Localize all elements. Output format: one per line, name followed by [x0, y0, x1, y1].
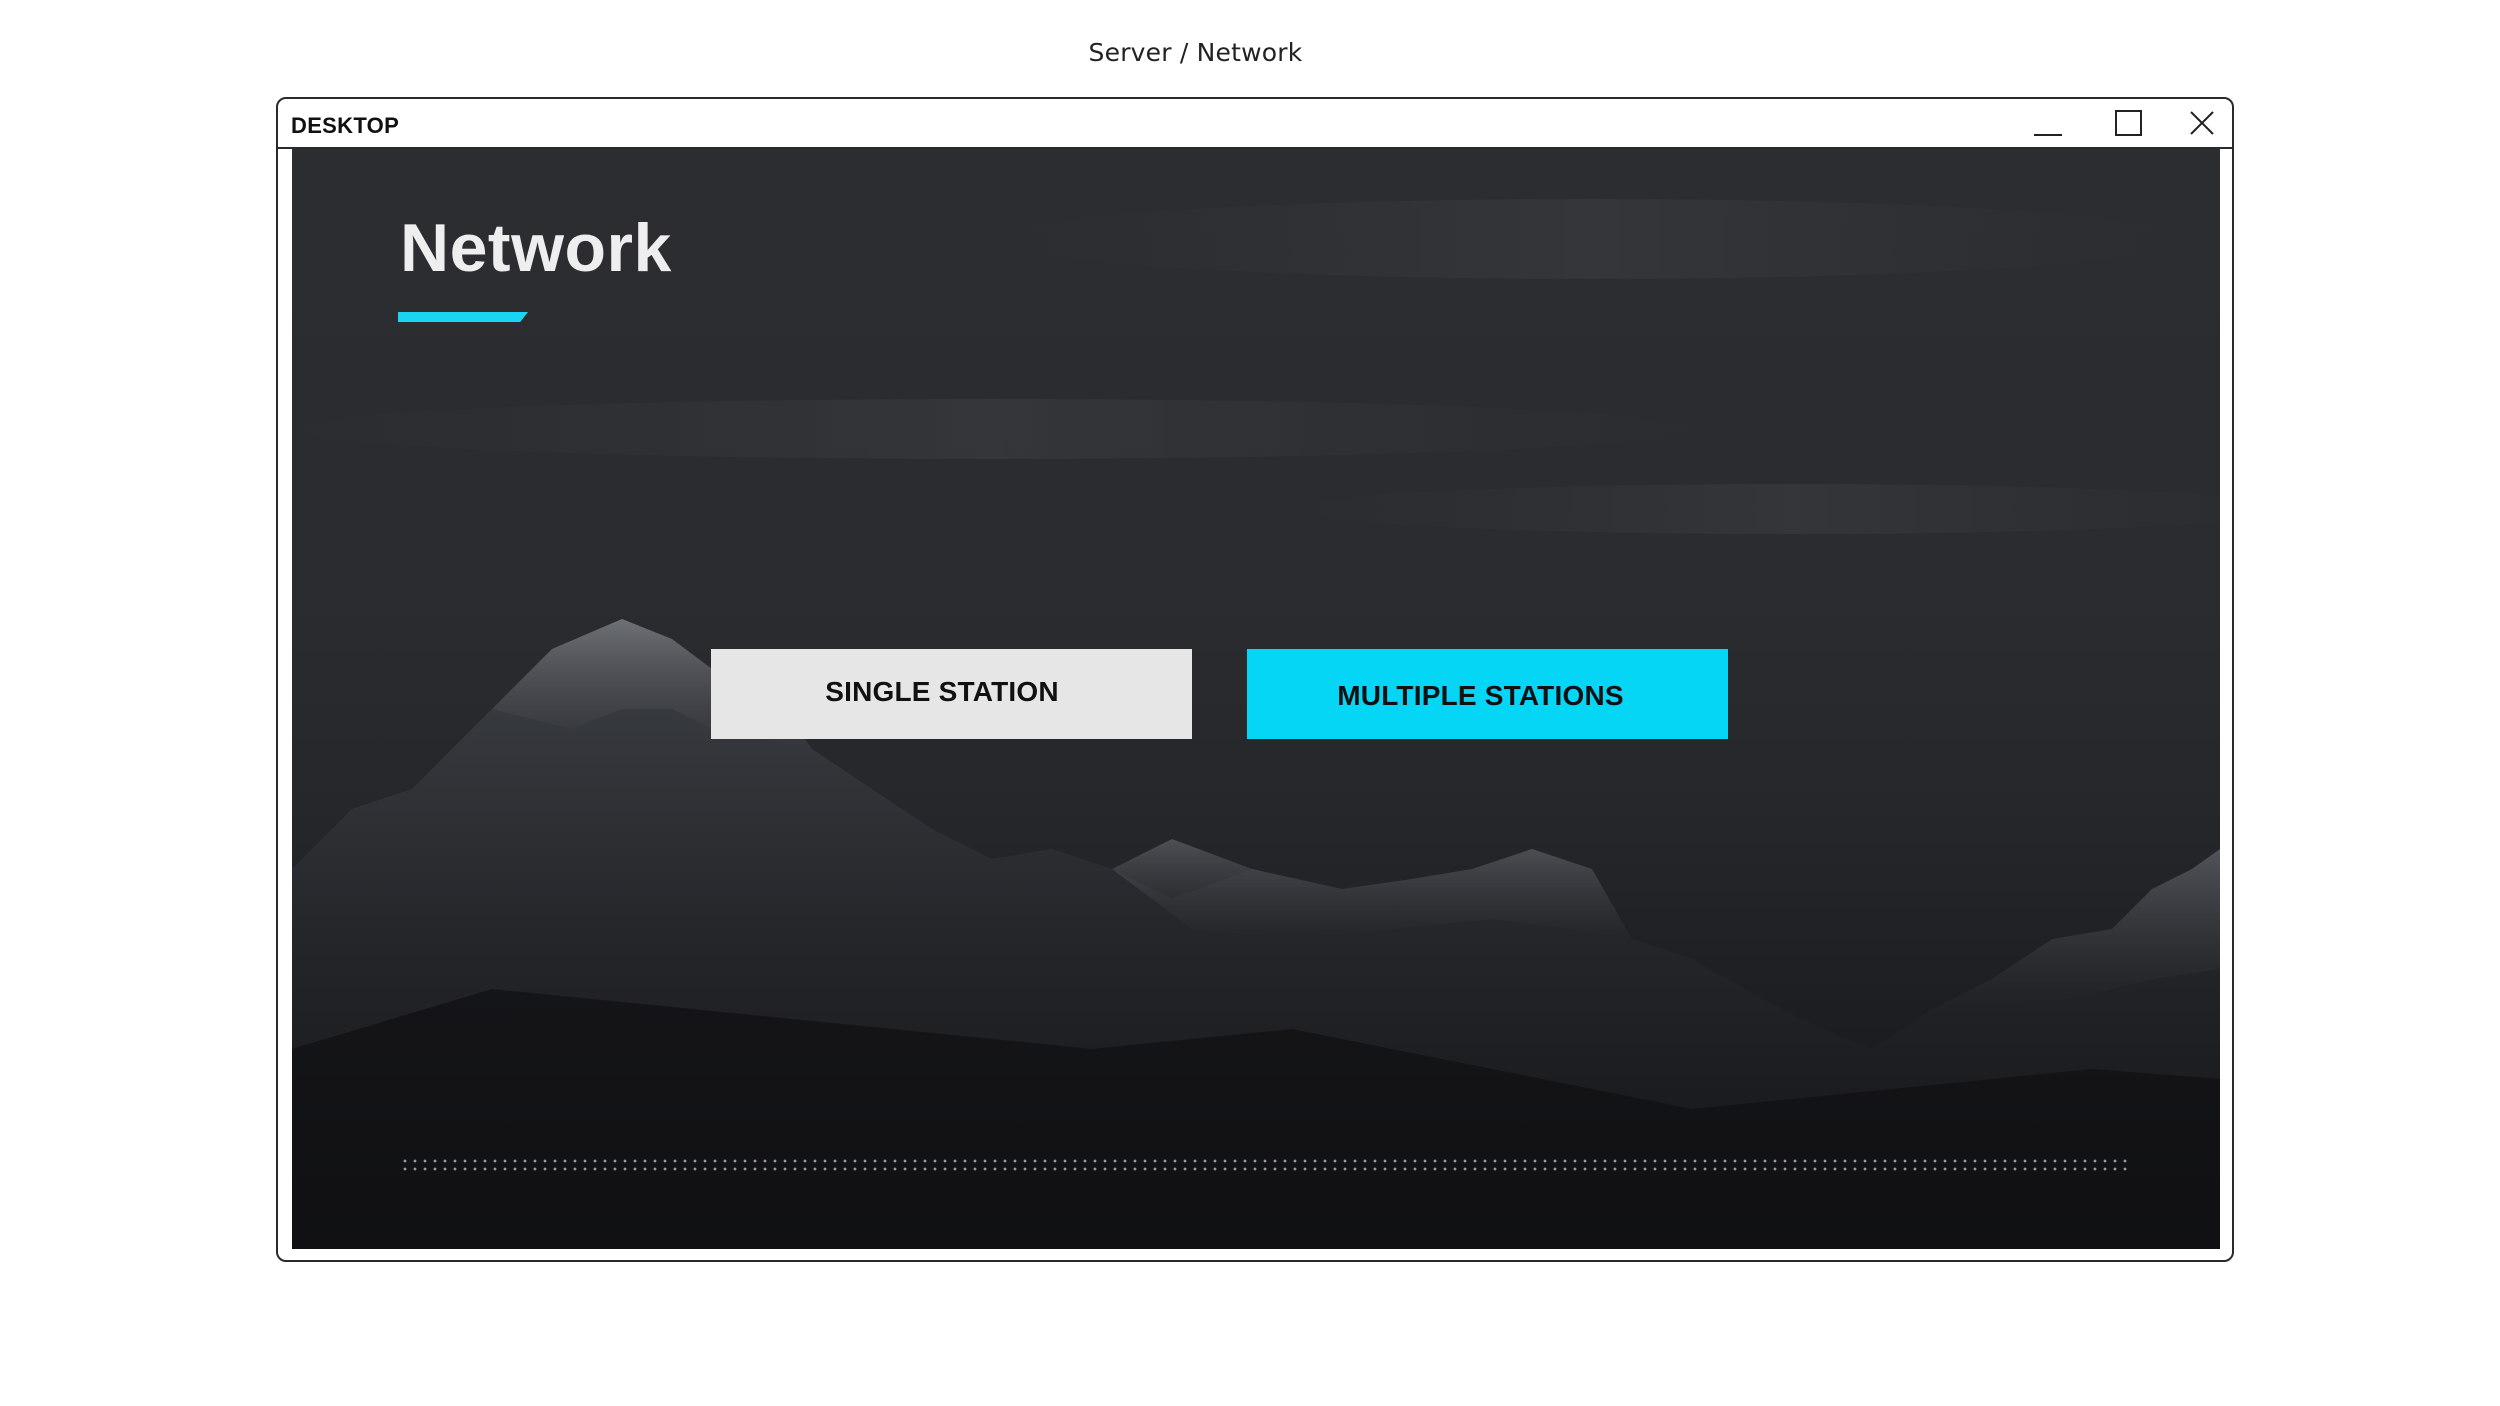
close-icon	[2190, 111, 2214, 135]
title-underline	[398, 312, 528, 322]
multiple-stations-button[interactable]: MULTIPLE STATIONS	[1247, 649, 1728, 739]
single-station-button[interactable]: SINGLE STATION	[711, 649, 1192, 739]
minimize-button[interactable]	[2028, 107, 2068, 141]
page-caption: Server / Network	[1088, 38, 1303, 67]
maximize-button[interactable]	[2108, 107, 2148, 141]
maximize-icon	[2115, 110, 2142, 136]
close-button[interactable]	[2182, 107, 2222, 141]
dotted-divider	[400, 1157, 2132, 1173]
content-area: Network SINGLE STATION MULTIPLE STATIONS	[292, 149, 2220, 1249]
window-titlebar: DESKTOP	[278, 99, 2232, 149]
page-title: Network	[400, 210, 672, 286]
minimize-icon	[2034, 134, 2062, 136]
app-window: DESKTOP Network SINGLE STATION MULTIPLE …	[276, 97, 2234, 1262]
window-title: DESKTOP	[291, 113, 400, 138]
